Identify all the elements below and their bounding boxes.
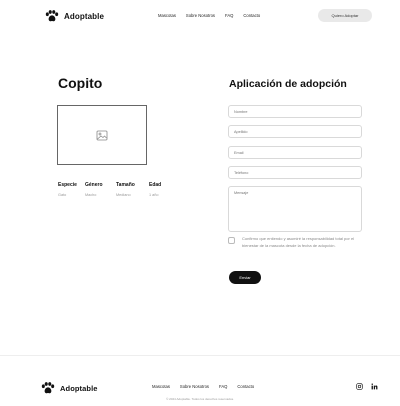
attr-edad: Edad 1 año xyxy=(149,182,176,197)
email-input[interactable] xyxy=(228,146,362,159)
paw-icon xyxy=(41,382,55,394)
nav-sobre-nosotros[interactable]: Sobre Nosotros xyxy=(186,13,215,18)
consent-row: Confirmo que entiendo y asumiré la respo… xyxy=(228,236,366,249)
instagram-icon[interactable] xyxy=(356,383,363,390)
footer-divider xyxy=(0,355,400,356)
attr-especie: Especie Gato xyxy=(58,182,85,197)
pet-name: Copito xyxy=(58,75,103,91)
footer-nav: Mascotas Sobre Nosotros FAQ Contacto xyxy=(152,384,254,389)
footer-nav-faq[interactable]: FAQ xyxy=(219,384,227,389)
telefono-input[interactable] xyxy=(228,166,362,179)
linkedin-icon[interactable] xyxy=(371,383,378,390)
footer-brand-name: Adoptable xyxy=(60,383,98,393)
attr-label: Especie xyxy=(58,182,77,188)
attr-genero: Género Macho xyxy=(85,182,116,197)
attr-label: Género xyxy=(85,182,103,188)
nav-faq[interactable]: FAQ xyxy=(225,13,233,18)
nav-contacto[interactable]: Contacto xyxy=(243,13,260,18)
attr-value: Macho xyxy=(85,193,97,197)
site-header: Adoptable Mascotas Sobre Nosotros FAQ Co… xyxy=(0,0,400,34)
footer-brand-logo[interactable]: Adoptable xyxy=(41,382,98,394)
social-links xyxy=(356,383,378,390)
mensaje-textarea[interactable] xyxy=(228,186,362,232)
footer-nav-sobre-nosotros[interactable]: Sobre Nosotros xyxy=(180,384,209,389)
consent-text: Confirmo que entiendo y asumiré la respo… xyxy=(242,236,355,248)
adopt-button[interactable]: Quiero Adoptar xyxy=(318,9,372,22)
footer-nav-contacto[interactable]: Contacto xyxy=(237,384,254,389)
nav-mascotas[interactable]: Mascotas xyxy=(158,13,176,18)
pet-image xyxy=(57,105,147,165)
attr-value: Mediano xyxy=(116,193,131,197)
form-title: Aplicación de adopción xyxy=(229,78,347,90)
pet-attributes: Especie Gato Género Macho Tamaño Mediano… xyxy=(58,182,176,197)
main-nav: Mascotas Sobre Nosotros FAQ Contacto xyxy=(158,13,260,18)
attr-label: Tamaño xyxy=(116,182,135,188)
brand-name: Adoptable xyxy=(64,11,105,21)
paw-icon xyxy=(45,10,59,22)
nombre-input[interactable] xyxy=(228,105,362,118)
brand-logo[interactable]: Adoptable xyxy=(45,10,104,22)
consent-checkbox[interactable] xyxy=(228,237,235,244)
apellido-input[interactable] xyxy=(228,125,362,138)
submit-button[interactable]: Enviar xyxy=(229,271,261,284)
attr-value: 1 año xyxy=(149,193,159,197)
attr-tamano: Tamaño Mediano xyxy=(116,182,149,197)
image-placeholder-icon xyxy=(96,130,108,140)
attr-label: Edad xyxy=(149,182,162,188)
attr-value: Gato xyxy=(58,193,67,197)
copyright-text: © 2024 Adoptable. Todos los derechos res… xyxy=(166,397,234,401)
footer-nav-mascotas[interactable]: Mascotas xyxy=(152,384,170,389)
